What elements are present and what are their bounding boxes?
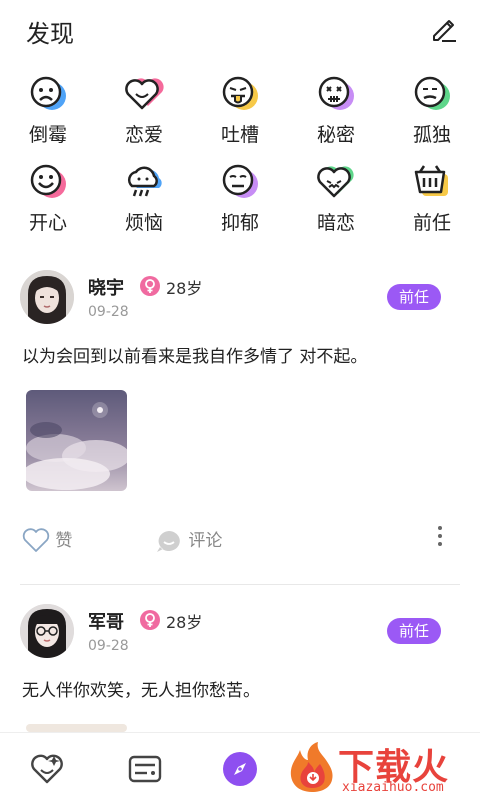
mood-item-mimi[interactable]: 秘密 (296, 74, 376, 147)
avatar[interactable] (20, 604, 74, 658)
mood-label: 吐槽 (220, 124, 259, 146)
heart-icon (22, 528, 50, 552)
mood-item-daomei[interactable]: 倒霉 (8, 74, 88, 147)
mood-item-qianren[interactable]: 前任 (392, 162, 472, 235)
category-tag[interactable]: 前任 (387, 618, 441, 644)
heart-tab-icon[interactable] (30, 751, 66, 787)
avatar[interactable] (20, 270, 74, 324)
mood-label: 开心 (28, 212, 67, 234)
post-image[interactable] (26, 724, 127, 732)
mood-item-fannao[interactable]: 烦恼 (104, 162, 184, 235)
user-age: 28岁 (166, 613, 203, 632)
crush-heart-icon (316, 162, 356, 202)
lonely-face-icon (412, 74, 452, 114)
username[interactable]: 军哥 (88, 608, 124, 634)
post-image[interactable] (26, 390, 127, 491)
mood-label: 烦恼 (124, 212, 163, 234)
heart-face-icon (124, 74, 164, 114)
mood-item-yiyu[interactable]: 抑郁 (200, 162, 280, 235)
post-date: 09-28 (88, 638, 129, 654)
card-tab-icon[interactable] (127, 751, 163, 787)
female-icon (140, 610, 160, 630)
mood-item-anlian[interactable]: 暗恋 (296, 162, 376, 235)
post-date: 09-28 (88, 304, 129, 320)
compass-tab-icon[interactable] (222, 751, 258, 787)
mood-label: 秘密 (316, 124, 355, 146)
mood-label: 恋爱 (124, 124, 163, 146)
category-tag[interactable]: 前任 (387, 284, 441, 310)
female-icon (140, 276, 160, 296)
user-age: 28岁 (166, 279, 203, 298)
comment-label: 评论 (188, 531, 223, 551)
comment-button[interactable]: 评论 (155, 526, 222, 554)
rain-cloud-icon (124, 162, 164, 202)
watermark-url: xiazaihuo.com (342, 780, 444, 795)
post-text: 无人伴你欢笑，无人担你愁苦。 (22, 681, 260, 701)
happy-face-icon (28, 162, 68, 202)
mood-label: 抑郁 (220, 212, 259, 234)
mood-item-tucao[interactable]: 吐槽 (200, 74, 280, 147)
divider (20, 584, 460, 585)
like-button[interactable]: 赞 (22, 526, 72, 554)
mood-label: 倒霉 (28, 124, 67, 146)
tongue-face-icon (220, 74, 260, 114)
mood-label: 暗恋 (316, 212, 355, 234)
page-title: 发现 (26, 20, 74, 48)
post-text: 以为会回到以前看来是我自作多情了 对不起。 (22, 347, 368, 367)
edit-icon[interactable] (428, 14, 458, 44)
username[interactable]: 晓宇 (88, 274, 124, 300)
header: 发现 (0, 0, 480, 60)
comment-icon (157, 531, 180, 552)
sad-face-icon (28, 74, 68, 114)
mood-item-lianai[interactable]: 恋爱 (104, 74, 184, 147)
mood-label: 前任 (412, 212, 451, 234)
depressed-face-icon (220, 162, 260, 202)
basket-icon (412, 162, 452, 202)
mood-label: 孤独 (412, 124, 451, 146)
mood-item-gudu[interactable]: 孤独 (392, 74, 472, 147)
watermark: 下载火 xiazaihuo.com (280, 736, 480, 800)
secret-face-icon (316, 74, 356, 114)
like-label: 赞 (55, 531, 73, 551)
mood-item-kaixin[interactable]: 开心 (8, 162, 88, 235)
fire-logo-icon (284, 740, 340, 794)
more-options-icon[interactable] (437, 526, 443, 550)
